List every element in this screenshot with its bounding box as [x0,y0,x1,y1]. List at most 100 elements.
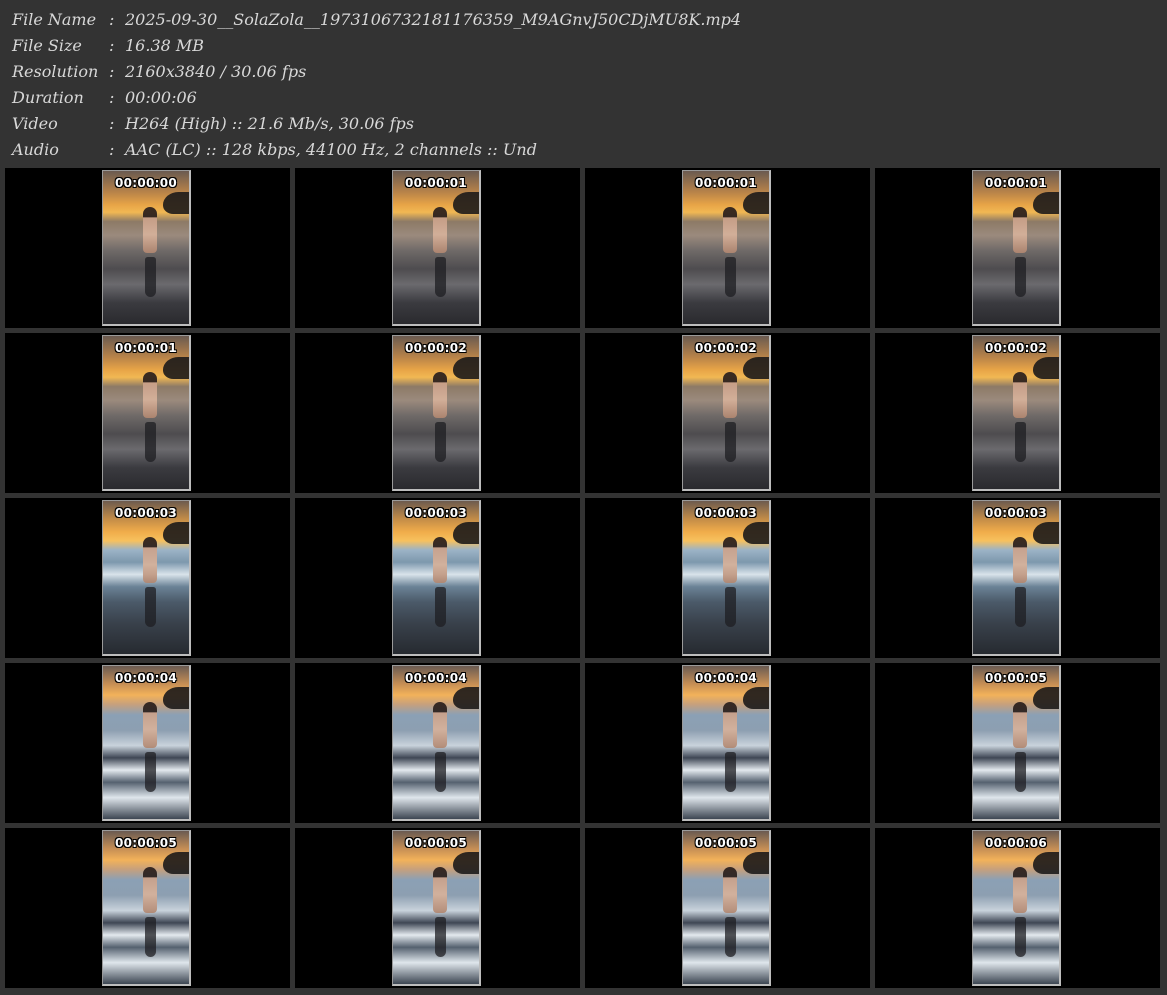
treeline-shape [453,357,479,379]
frame-timestamp: 00:00:03 [404,506,468,520]
video-frame-thumbnail[interactable]: 00:00:01 [682,170,771,326]
thumbnail-cell[interactable]: 00:00:03 [875,498,1160,658]
video-frame-thumbnail[interactable]: 00:00:03 [392,500,481,656]
frame-timestamp: 00:00:06 [984,836,1048,850]
audio-separator: : [109,140,115,159]
person-figure [1013,372,1027,418]
video-frame-thumbnail[interactable]: 00:00:03 [102,500,191,656]
treeline-shape [1033,357,1059,379]
frame-timestamp: 00:00:03 [984,506,1048,520]
person-figure [433,702,447,748]
file-info-header: File Name : 2025-09-30__SolaZola__197310… [0,0,1167,168]
thumbnail-cell[interactable]: 00:00:01 [5,333,290,493]
thumbnail-cell[interactable]: 00:00:01 [585,168,870,328]
thumbnail-cell[interactable]: 00:00:05 [875,663,1160,823]
person-figure [1013,207,1027,253]
thumbnail-cell[interactable]: 00:00:01 [295,168,580,328]
water-reflection [1015,752,1026,792]
water-reflection [435,752,446,792]
video-frame-thumbnail[interactable]: 00:00:01 [102,335,191,491]
video-frame-thumbnail[interactable]: 00:00:03 [972,500,1061,656]
treeline-shape [1033,192,1059,214]
video-frame-thumbnail[interactable]: 00:00:01 [972,170,1061,326]
treeline-shape [163,687,189,709]
audio-value: AAC (LC) :: 128 kbps, 44100 Hz, 2 channe… [125,140,537,159]
treeline-shape [743,522,769,544]
thumbnail-cell[interactable]: 00:00:00 [5,168,290,328]
video-value: H264 (High) :: 21.6 Mb/s, 30.06 fps [125,114,415,133]
frame-timestamp: 00:00:04 [114,671,178,685]
treeline-shape [163,357,189,379]
water-reflection [435,257,446,297]
water-reflection [145,587,156,627]
thumbnail-cell[interactable]: 00:00:02 [585,333,870,493]
person-figure [723,537,737,583]
video-frame-thumbnail[interactable]: 00:00:03 [682,500,771,656]
frame-timestamp: 00:00:03 [694,506,758,520]
thumbnail-cell[interactable]: 00:00:04 [5,663,290,823]
thumbnail-cell[interactable]: 00:00:01 [875,168,1160,328]
file-name-separator: : [109,10,115,29]
person-figure [143,537,157,583]
treeline-shape [743,192,769,214]
audio-label: Audio [12,140,59,159]
video-label: Video [12,114,58,133]
file-size-value: 16.38 MB [125,36,205,55]
thumbnail-cell[interactable]: 00:00:05 [295,828,580,988]
video-frame-thumbnail[interactable]: 00:00:05 [392,830,481,986]
thumbnail-cell[interactable]: 00:00:03 [585,498,870,658]
video-frame-thumbnail[interactable]: 00:00:01 [392,170,481,326]
thumbnail-cell[interactable]: 00:00:02 [295,333,580,493]
file-size-label: File Size [12,36,82,55]
resolution-value: 2160x3840 / 30.06 fps [125,62,307,81]
video-frame-thumbnail[interactable]: 00:00:02 [682,335,771,491]
video-frame-thumbnail[interactable]: 00:00:02 [972,335,1061,491]
frame-timestamp: 00:00:01 [114,341,178,355]
person-figure [723,207,737,253]
thumbnail-cell[interactable]: 00:00:05 [5,828,290,988]
thumbnail-cell[interactable]: 00:00:02 [875,333,1160,493]
thumbnail-cell[interactable]: 00:00:04 [585,663,870,823]
treeline-shape [1033,852,1059,874]
person-figure [723,702,737,748]
water-reflection [725,587,736,627]
video-frame-thumbnail[interactable]: 00:00:02 [392,335,481,491]
thumbnail-cell[interactable]: 00:00:03 [295,498,580,658]
resolution-label: Resolution [12,62,99,81]
file-size-separator: : [109,36,115,55]
treeline-shape [1033,687,1059,709]
water-reflection [725,752,736,792]
file-name-label: File Name [12,10,97,29]
treeline-shape [163,852,189,874]
frame-timestamp: 00:00:05 [984,671,1048,685]
treeline-shape [453,192,479,214]
frame-timestamp: 00:00:00 [114,176,178,190]
treeline-shape [1033,522,1059,544]
video-separator: : [109,114,115,133]
person-figure [433,372,447,418]
thumbnail-cell[interactable]: 00:00:05 [585,828,870,988]
person-figure [143,207,157,253]
thumbnail-cell[interactable]: 00:00:06 [875,828,1160,988]
person-figure [433,867,447,913]
video-frame-thumbnail[interactable]: 00:00:05 [972,665,1061,821]
thumbnail-grid: 00:00:00 00:00:01 00:00:01 00:00:01 00:00:01… [5,168,1165,993]
water-reflection [145,257,156,297]
frame-timestamp: 00:00:02 [984,341,1048,355]
video-frame-thumbnail[interactable]: 00:00:00 [102,170,191,326]
person-figure [143,702,157,748]
treeline-shape [163,522,189,544]
video-frame-thumbnail[interactable]: 00:00:04 [682,665,771,821]
video-frame-thumbnail[interactable]: 00:00:05 [682,830,771,986]
thumbnail-cell[interactable]: 00:00:03 [5,498,290,658]
thumbnail-cell[interactable]: 00:00:04 [295,663,580,823]
treeline-shape [743,357,769,379]
video-frame-thumbnail[interactable]: 00:00:04 [392,665,481,821]
video-frame-thumbnail[interactable]: 00:00:05 [102,830,191,986]
frame-timestamp: 00:00:01 [694,176,758,190]
frame-timestamp: 00:00:01 [984,176,1048,190]
person-figure [723,372,737,418]
video-frame-thumbnail[interactable]: 00:00:04 [102,665,191,821]
frame-timestamp: 00:00:03 [114,506,178,520]
video-frame-thumbnail[interactable]: 00:00:06 [972,830,1061,986]
